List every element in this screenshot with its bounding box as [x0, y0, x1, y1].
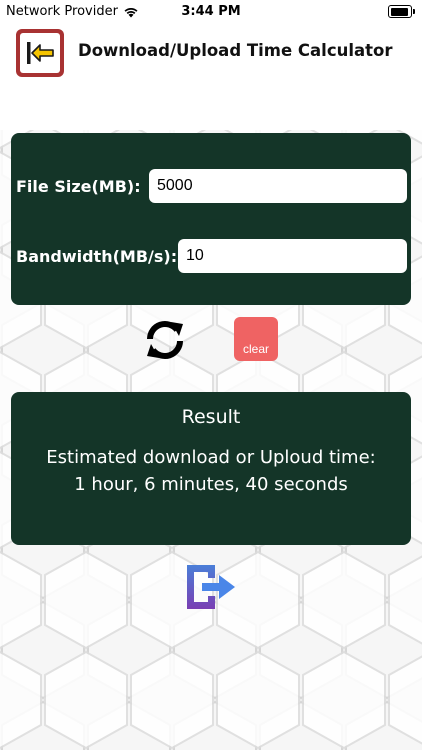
status-bar: Network Provider 3:44 PM — [0, 0, 422, 24]
battery-icon — [388, 5, 415, 18]
result-line-2: 1 hour, 6 minutes, 40 seconds — [74, 474, 348, 495]
result-panel: Result Estimated download or Uploud time… — [11, 392, 411, 545]
battery-level — [390, 7, 408, 16]
clear-button[interactable]: clear — [234, 317, 278, 361]
result-title: Result — [181, 406, 241, 428]
clear-button-label: clear — [242, 342, 269, 356]
exit-icon — [187, 565, 235, 609]
file-size-label: File Size(MB): — [16, 177, 141, 196]
page-title: Download/Upload Time Calculator — [78, 41, 393, 60]
back-button-face — [20, 33, 60, 73]
file-size-input[interactable] — [149, 169, 407, 203]
back-arrow-icon — [27, 42, 54, 64]
exit-button[interactable] — [185, 562, 237, 612]
refresh-button[interactable] — [142, 318, 188, 362]
result-line-1: Estimated download or Uploud time: — [46, 447, 376, 468]
input-panel: File Size(MB): Bandwidth(MB/s): — [11, 133, 411, 305]
status-time: 3:44 PM — [181, 4, 241, 19]
back-button[interactable] — [16, 29, 64, 77]
refresh-icon — [147, 321, 183, 359]
bandwidth-input[interactable] — [178, 239, 407, 273]
result-text: Estimated download or Uploud time: 1 hou… — [11, 444, 411, 498]
bandwidth-label: Bandwidth(MB/s): — [16, 247, 178, 266]
